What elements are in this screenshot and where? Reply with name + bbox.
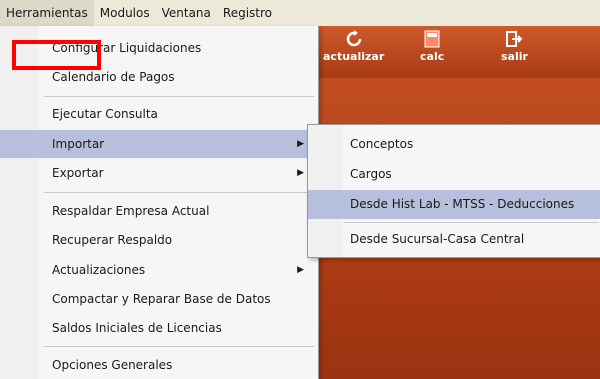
menu-item-opciones-generales[interactable]: Opciones Generales (0, 351, 318, 379)
calc-button[interactable]: calc (420, 30, 444, 63)
submenu-item-conceptos[interactable]: Conceptos (308, 130, 600, 159)
menu-item-actualizaciones-label: Actualizaciones (52, 263, 146, 277)
menu-registro[interactable]: Registro (217, 0, 278, 26)
menu-item-importar-label: Importar (52, 137, 105, 151)
menu-separator (44, 192, 314, 193)
submenu-item-cargos[interactable]: Cargos (308, 160, 600, 189)
exit-icon (506, 31, 523, 47)
submenu-separator (344, 222, 599, 223)
menu-item-actualizaciones[interactable]: Actualizaciones ▶ (0, 256, 318, 284)
submenu-item-desde-hist-lab[interactable]: Desde Hist Lab - MTSS - Deducciones (308, 190, 600, 219)
menu-ventana[interactable]: Ventana (156, 0, 217, 26)
herramientas-dropdown-menu: Configurar Liquidaciones Calendario de P… (0, 26, 319, 379)
menu-item-exportar[interactable]: Exportar ▶ (0, 159, 318, 187)
toolbar: actualizar calc salir (305, 26, 600, 78)
submenu-arrow-icon: ▶ (297, 168, 304, 178)
menu-item-exportar-label: Exportar (52, 166, 104, 180)
menu-herramientas[interactable]: Herramientas (0, 0, 94, 26)
menu-item-respaldar-empresa-actual[interactable]: Respaldar Empresa Actual (0, 197, 318, 225)
importar-submenu: Conceptos Cargos Desde Hist Lab - MTSS -… (307, 124, 600, 258)
menu-bar: Herramientas Modulos Ventana Registro (0, 0, 600, 26)
menu-item-compactar-y-reparar[interactable]: Compactar y Reparar Base de Datos (0, 285, 318, 313)
salir-button[interactable]: salir (501, 30, 528, 63)
menu-modulos[interactable]: Modulos (94, 0, 156, 26)
calculator-icon (424, 30, 440, 48)
menu-item-importar[interactable]: Importar ▶ (0, 130, 318, 158)
menu-separator (44, 96, 314, 97)
submenu-arrow-icon: ▶ (297, 139, 304, 149)
menu-separator (44, 346, 314, 347)
actualizar-label: actualizar (323, 50, 385, 63)
submenu-arrow-icon: ▶ (297, 265, 304, 275)
salir-label: salir (501, 50, 528, 63)
menu-item-calendario-de-pagos[interactable]: Calendario de Pagos (0, 63, 318, 91)
menu-item-recuperar-respaldo[interactable]: Recuperar Respaldo (0, 226, 318, 254)
menu-item-configurar-liquidaciones[interactable]: Configurar Liquidaciones (0, 34, 318, 62)
submenu-item-desde-sucursal[interactable]: Desde Sucursal-Casa Central (308, 225, 600, 254)
refresh-icon (346, 30, 361, 47)
actualizar-button[interactable]: actualizar (323, 30, 384, 63)
menu-item-saldos-iniciales-de-licencias[interactable]: Saldos Iniciales de Licencias (0, 314, 318, 342)
menu-item-ejecutar-consulta[interactable]: Ejecutar Consulta (0, 100, 318, 128)
calc-label: calc (420, 50, 445, 63)
